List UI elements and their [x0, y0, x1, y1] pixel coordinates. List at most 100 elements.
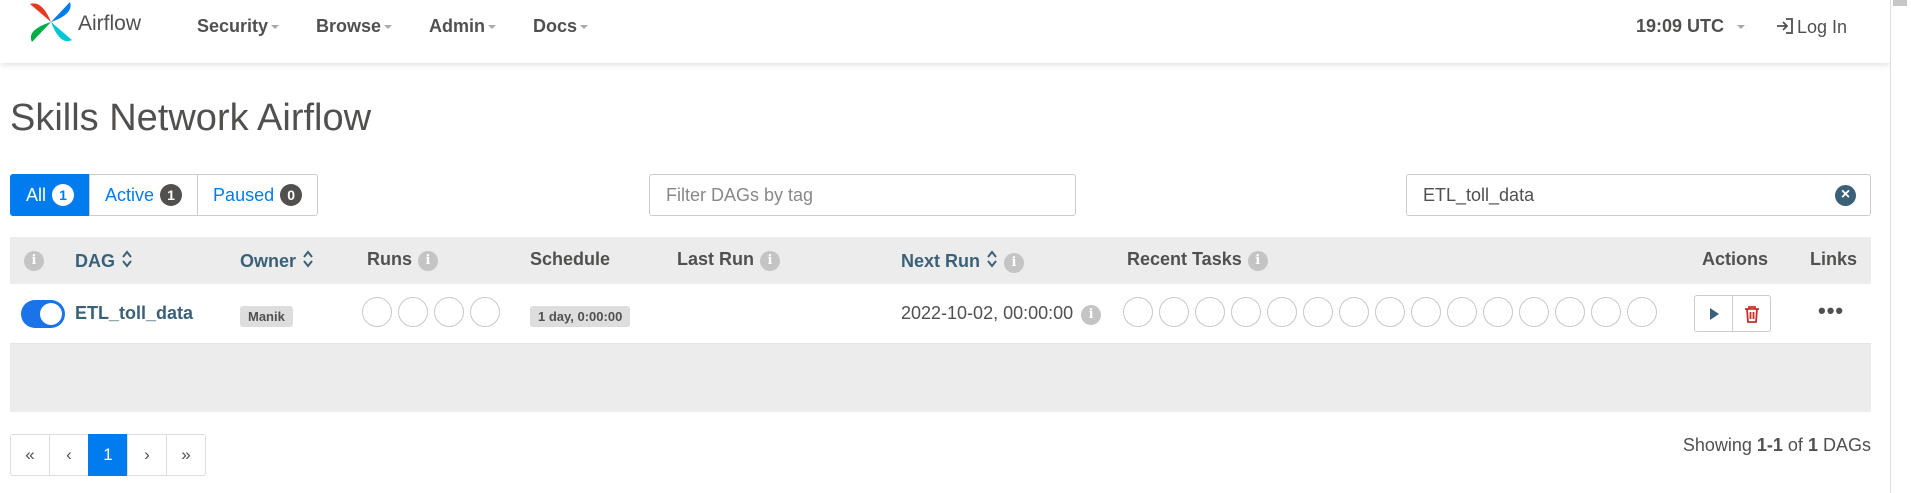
header-links: Links	[1810, 249, 1857, 270]
dag-table-header: i DAG Owner Runs i Schedule Last Run i Nex…	[10, 237, 1871, 284]
owner-badge[interactable]: Manik	[240, 306, 293, 327]
page-title: Skills Network Airflow	[10, 97, 372, 139]
header-links-label: Links	[1810, 249, 1858, 269]
chevron-down-icon	[1737, 25, 1746, 30]
header-last-run-label: Last Run	[677, 249, 755, 269]
task-state-circle[interactable]	[1303, 297, 1333, 327]
run-state-circle[interactable]	[362, 297, 392, 327]
filter-all-button[interactable]: All 1	[10, 174, 91, 216]
task-state-circle[interactable]	[1483, 297, 1513, 327]
nav-admin[interactable]: Admin	[429, 16, 496, 37]
task-state-circle[interactable]	[1231, 297, 1261, 327]
task-state-circle[interactable]	[1339, 297, 1369, 327]
task-state-circle[interactable]	[1519, 297, 1549, 327]
header-recent-tasks: Recent Tasks i	[1127, 249, 1268, 271]
prev-page-button[interactable]: ‹	[49, 434, 89, 476]
task-state-circle[interactable]	[1591, 297, 1621, 327]
task-state-circle[interactable]	[1195, 297, 1225, 327]
task-state-circle[interactable]	[1123, 297, 1153, 327]
task-state-circle[interactable]	[1555, 297, 1585, 327]
task-state-circle[interactable]	[1447, 297, 1477, 327]
table-row: ETL_toll_data Manik 1 day, 0:00:00 2022-…	[10, 284, 1871, 344]
info-icon[interactable]: i	[1247, 251, 1268, 271]
chevron-down-icon	[580, 25, 589, 30]
table-empty-area	[10, 344, 1871, 412]
summary-range: 1-1	[1756, 435, 1783, 455]
header-runs-label: Runs	[367, 249, 412, 269]
nav-docs-label: Docs	[533, 16, 578, 36]
tag-filter-input[interactable]: Filter DAGs by tag	[649, 174, 1076, 216]
info-icon[interactable]: i	[24, 249, 44, 271]
chevron-down-icon	[271, 25, 280, 30]
filter-paused-count: 0	[280, 184, 303, 206]
nav-security-label: Security	[197, 16, 269, 36]
play-icon	[1709, 307, 1719, 320]
summary-of: of	[1787, 435, 1803, 455]
nav-browse-label: Browse	[316, 16, 382, 36]
airflow-logo-icon[interactable]	[26, 0, 76, 46]
last-page-button[interactable]: »	[166, 434, 206, 476]
header-schedule: Schedule	[530, 249, 610, 270]
nav-admin-label: Admin	[429, 16, 485, 36]
header-next-run-label: Next Run	[901, 251, 981, 271]
navbar: Airflow Security Browse Admin Docs 19:09…	[0, 0, 1890, 63]
filter-active-button[interactable]: Active 1	[89, 174, 199, 216]
delete-dag-button[interactable]	[1732, 295, 1771, 332]
page-scrollbar[interactable]	[1890, 0, 1911, 493]
info-icon[interactable]: i	[760, 251, 781, 271]
info-icon[interactable]: i	[1004, 253, 1025, 273]
brand-name[interactable]: Airflow	[78, 12, 141, 36]
header-last-run: Last Run i	[677, 249, 781, 271]
nav-browse[interactable]: Browse	[316, 16, 393, 37]
run-state-circle[interactable]	[398, 297, 428, 327]
dag-runs-status	[362, 297, 506, 327]
info-icon[interactable]: i	[1081, 305, 1102, 325]
login-label: Log In	[1797, 17, 1848, 37]
sort-icon	[122, 250, 132, 268]
more-links-icon[interactable]: •••	[1818, 298, 1844, 324]
header-next-run[interactable]: Next Run i	[901, 249, 1025, 273]
scrollbar-thumb[interactable]	[1893, 0, 1907, 6]
dag-id-link[interactable]: ETL_toll_data	[75, 303, 193, 324]
filter-paused-button[interactable]: Paused 0	[197, 174, 319, 216]
summary-prefix: Showing	[1682, 435, 1752, 455]
next-run-cell: 2022-10-02, 00:00:00 i	[901, 303, 1102, 325]
task-state-circle[interactable]	[1411, 297, 1441, 327]
nav-security[interactable]: Security	[197, 16, 280, 37]
task-state-circle[interactable]	[1267, 297, 1297, 327]
pagination: « ‹ 1 › »	[10, 434, 206, 476]
task-state-circle[interactable]	[1159, 297, 1189, 327]
page-1-button[interactable]: 1	[88, 434, 128, 476]
dag-search-input[interactable]: ETL_toll_data ×	[1406, 174, 1871, 216]
header-actions: Actions	[1702, 249, 1768, 270]
login-link[interactable]: Log In	[1775, 16, 1847, 38]
task-state-circle[interactable]	[1375, 297, 1405, 327]
first-page-button[interactable]: «	[10, 434, 50, 476]
header-schedule-label: Schedule	[530, 249, 611, 269]
status-filter-group: All 1 Active 1 Paused 0	[10, 174, 319, 216]
tag-filter-placeholder: Filter DAGs by tag	[666, 185, 814, 205]
run-state-circle[interactable]	[470, 297, 500, 327]
trigger-dag-button[interactable]	[1694, 295, 1733, 332]
clear-search-icon[interactable]: ×	[1835, 185, 1856, 206]
header-owner[interactable]: Owner	[240, 249, 314, 272]
header-dag[interactable]: DAG	[75, 249, 133, 272]
filter-active-label: Active	[105, 184, 155, 205]
next-page-button[interactable]: ›	[127, 434, 167, 476]
sort-icon	[303, 250, 313, 268]
chevron-down-icon	[384, 25, 393, 30]
run-state-circle[interactable]	[434, 297, 464, 327]
task-state-circle[interactable]	[1627, 297, 1657, 327]
schedule-badge[interactable]: 1 day, 0:00:00	[530, 306, 631, 327]
timezone-dropdown[interactable]: 19:09 UTC	[1636, 16, 1746, 37]
login-icon	[1777, 18, 1793, 34]
info-icon[interactable]: i	[418, 251, 438, 271]
filter-all-count: 1	[52, 184, 75, 206]
filter-paused-label: Paused	[213, 184, 275, 205]
dag-pause-toggle[interactable]	[21, 300, 65, 328]
filter-active-count: 1	[160, 184, 183, 206]
nav-docs[interactable]: Docs	[533, 16, 589, 37]
header-runs: Runs i	[367, 249, 438, 271]
next-run-value: 2022-10-02, 00:00:00	[901, 303, 1074, 323]
header-owner-label: Owner	[240, 251, 297, 271]
